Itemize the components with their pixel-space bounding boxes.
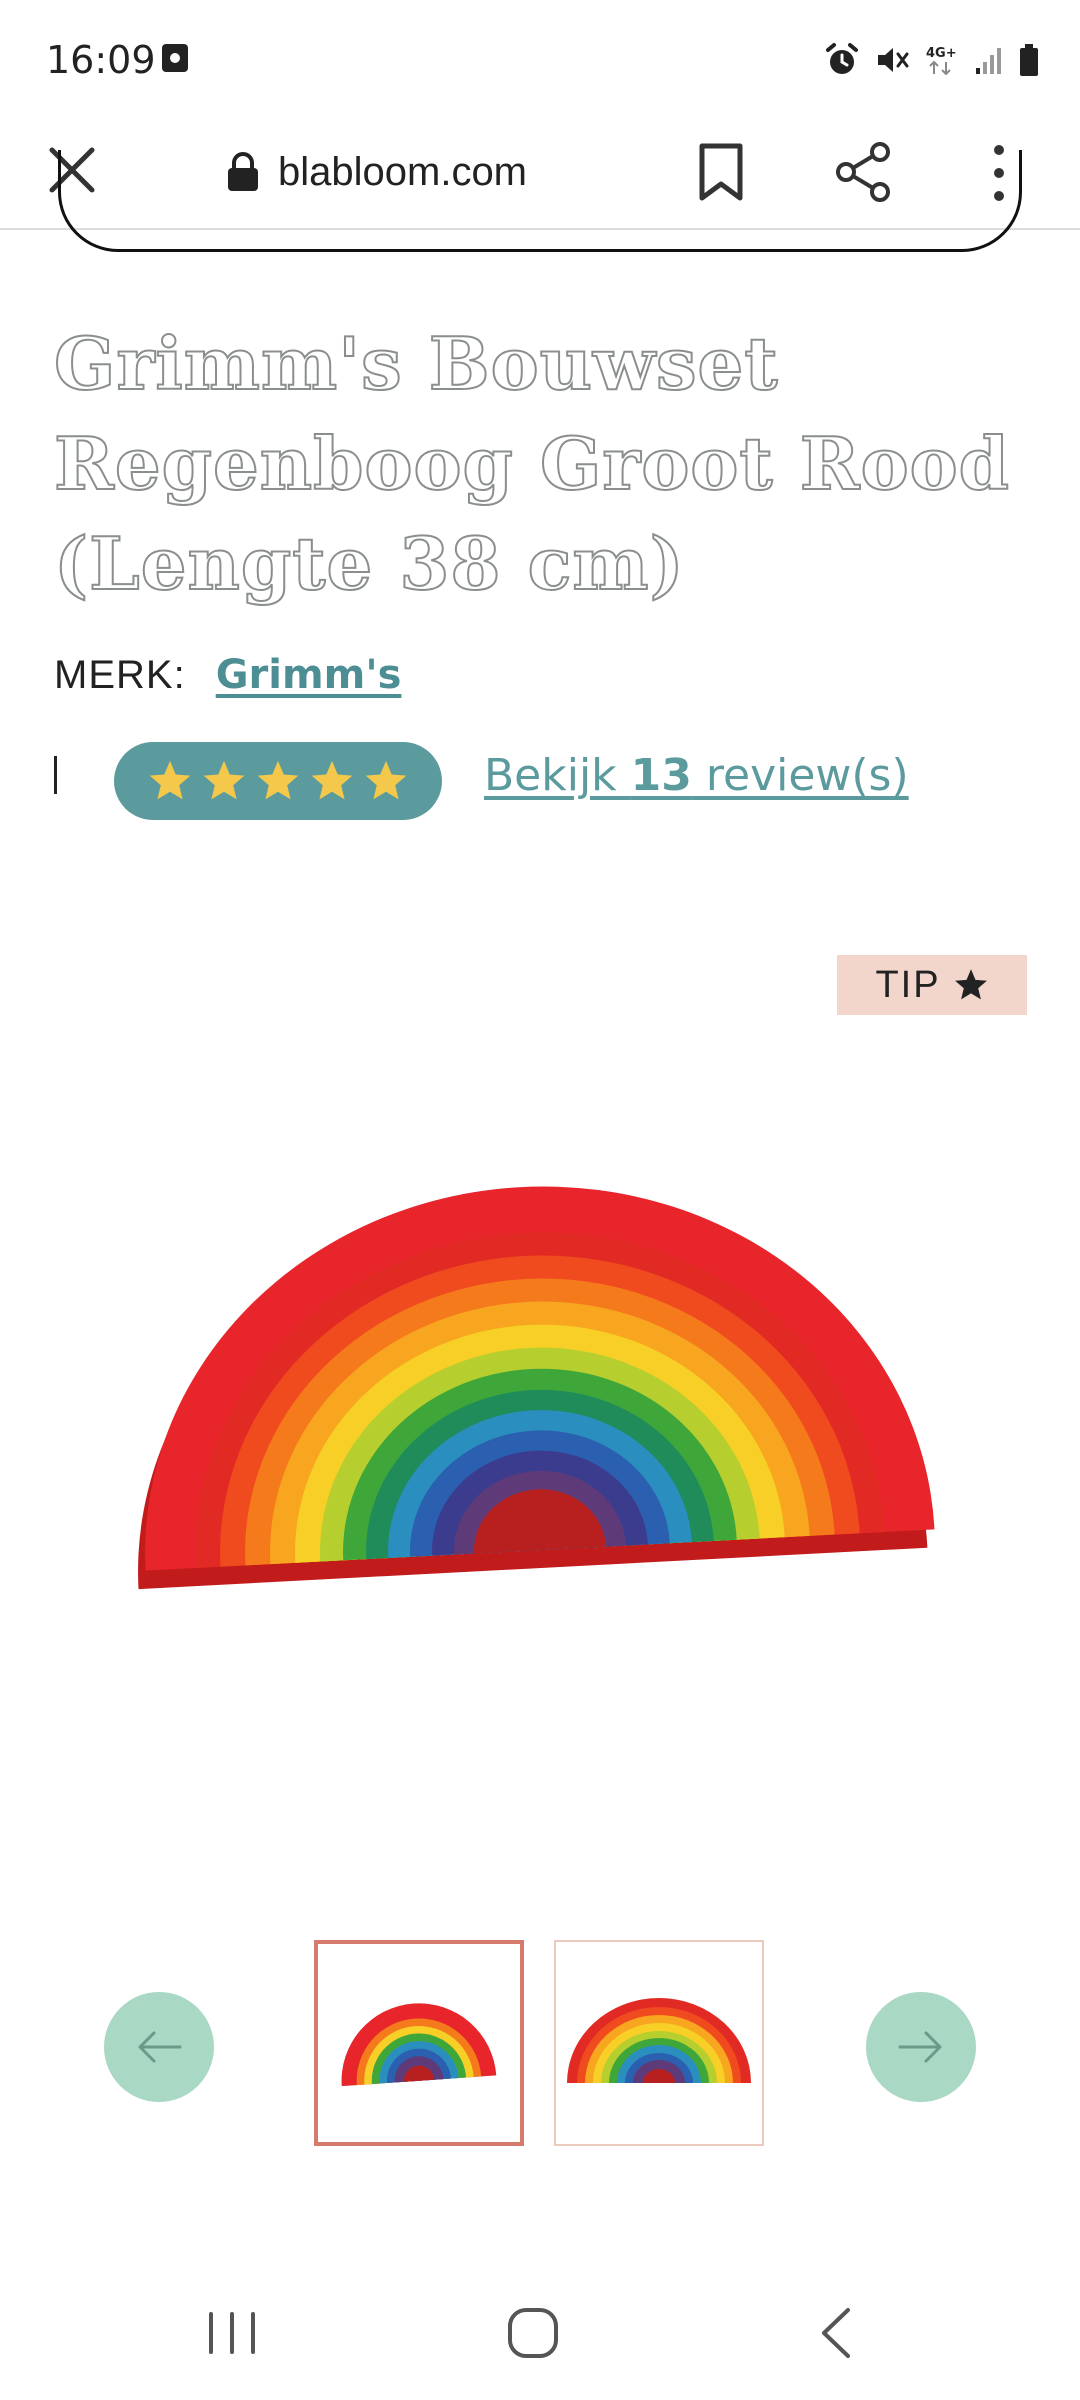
status-time: 16:09 xyxy=(46,38,156,82)
star-icon xyxy=(257,760,299,800)
recent-apps-icon[interactable] xyxy=(205,2310,259,2356)
arrow-left-icon xyxy=(138,2031,182,2063)
back-icon[interactable] xyxy=(818,2306,854,2360)
tip-badge: TIP xyxy=(837,955,1027,1015)
rating-row: Bekijk 13 review(s) xyxy=(52,742,1052,822)
thumbnail-image xyxy=(567,1998,751,2083)
text-cursor xyxy=(54,756,57,794)
product-title: Grimm's Bouwset Regenboog Groot Rood (Le… xyxy=(53,320,1010,607)
status-bar: 16:09 4G+ xyxy=(0,0,1080,120)
reviews-link[interactable]: Bekijk 13 review(s) xyxy=(484,750,909,801)
status-icons: 4G+ xyxy=(824,40,1040,80)
review-prefix: Bekijk xyxy=(484,750,631,801)
alarm-icon xyxy=(826,43,858,74)
star-icon xyxy=(365,760,407,800)
review-suffix: review(s) xyxy=(691,750,909,801)
network-4g-icon: 4G+ xyxy=(926,46,957,76)
home-icon[interactable] xyxy=(506,2306,560,2360)
star-icon xyxy=(954,969,987,1000)
rating-stars[interactable] xyxy=(114,742,442,820)
star-icon xyxy=(311,760,353,800)
mute-icon xyxy=(878,48,909,72)
network-label: 4G+ xyxy=(926,46,957,61)
scrolled-out-element xyxy=(58,150,1022,252)
review-count: 13 xyxy=(630,750,692,801)
star-icon xyxy=(203,760,245,800)
signal-icon xyxy=(976,48,1001,74)
thumbnail-image xyxy=(341,2003,497,2087)
star-icon xyxy=(149,760,191,800)
tip-text: TIP xyxy=(875,963,941,1006)
brand-label: MERK: xyxy=(54,653,186,697)
brand-link[interactable]: Grimm's xyxy=(216,652,402,698)
brand-row: MERK: Grimm's xyxy=(54,652,401,698)
carousel-next-button[interactable] xyxy=(866,1992,976,2102)
battery-icon xyxy=(1020,44,1038,76)
system-nav-bar xyxy=(0,2260,1080,2400)
thumbnail-1[interactable] xyxy=(314,1940,524,2146)
thumbnail-2[interactable] xyxy=(554,1940,764,2146)
carousel-prev-button[interactable] xyxy=(104,1992,214,2102)
notification-icon xyxy=(162,44,188,72)
product-image[interactable] xyxy=(100,1080,980,1660)
arrow-right-icon xyxy=(898,2031,942,2063)
